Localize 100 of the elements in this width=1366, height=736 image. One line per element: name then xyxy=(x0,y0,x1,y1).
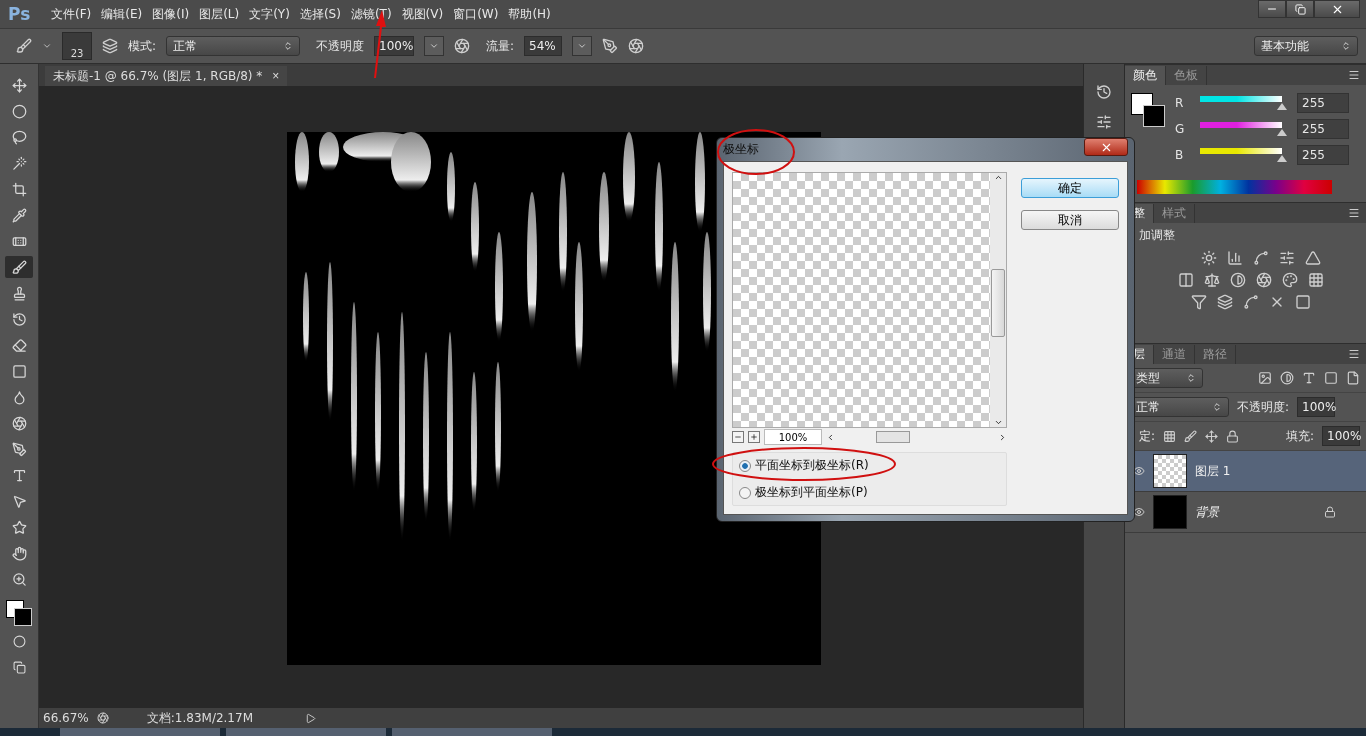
fill-field[interactable]: 100% xyxy=(1322,426,1360,446)
document-title: 未标题-1 @ 66.7% (图层 1, RGB/8) * xyxy=(53,67,263,85)
opacity-label: 不透明度: xyxy=(1237,398,1290,416)
scroll-right-icon xyxy=(998,432,1007,442)
brush-preset-picker[interactable]: 23 xyxy=(62,32,92,60)
panel-tab[interactable]: 颜色 xyxy=(1125,66,1166,85)
mode-label: 模式: xyxy=(128,37,157,55)
menu-item[interactable]: 帮助(H) xyxy=(503,5,556,23)
triangle-icon[interactable] xyxy=(1304,250,1321,266)
close-button[interactable] xyxy=(1314,0,1360,18)
slider-thumb[interactable] xyxy=(1277,103,1287,110)
scroll-up-icon xyxy=(993,173,1003,182)
scroll-down-icon xyxy=(993,418,1003,427)
minimize-button[interactable] xyxy=(1258,0,1286,18)
menu-item[interactable]: 图像(I) xyxy=(147,5,195,23)
grid-icon[interactable] xyxy=(1307,272,1324,288)
properties-icon[interactable] xyxy=(1096,114,1112,130)
color-swatches[interactable] xyxy=(1131,93,1165,127)
opacity-label: 不透明度 xyxy=(316,37,365,55)
plus-icon xyxy=(750,433,758,441)
menu-item[interactable]: 视图(V) xyxy=(396,5,449,23)
curves-icon[interactable] xyxy=(1252,250,1269,266)
scrollbar-thumb[interactable] xyxy=(991,269,1005,337)
workspace-select[interactable]: 基本功能 xyxy=(1254,36,1358,56)
adjustment-filter-icon[interactable] xyxy=(1280,371,1294,385)
zoom-level: 66.67% xyxy=(43,711,89,725)
minus-icon xyxy=(734,433,742,441)
radio-option[interactable]: 极坐标到平面坐标(P) xyxy=(739,484,1000,501)
shape-filter-icon[interactable] xyxy=(1324,371,1338,385)
menu-item[interactable]: 图层(L) xyxy=(194,5,245,23)
dialog-close-button[interactable] xyxy=(1084,138,1128,156)
menu-item[interactable]: 文字(Y) xyxy=(244,5,295,23)
menu-item[interactable]: 滤镜(T) xyxy=(345,5,397,23)
dialog-button[interactable]: 取消 xyxy=(1021,210,1119,230)
lock-position-icon[interactable] xyxy=(1205,429,1219,443)
panel-menu-icon[interactable] xyxy=(1348,207,1360,219)
scrollbar-thumb[interactable] xyxy=(876,431,910,443)
panel-menu-icon[interactable] xyxy=(1348,69,1360,81)
levels-icon[interactable] xyxy=(1226,250,1243,266)
smart-object-filter-icon[interactable] xyxy=(1346,371,1360,385)
brush-icon[interactable] xyxy=(5,256,33,278)
menu-item[interactable]: 窗口(W) xyxy=(448,5,504,23)
menu-item[interactable]: 文件(F) xyxy=(46,5,97,23)
panel-heading: 加调整 xyxy=(1139,227,1176,244)
caret-icon[interactable] xyxy=(42,41,52,51)
scroll-left-icon xyxy=(826,432,835,442)
image-filter-icon[interactable] xyxy=(1258,371,1272,385)
sun-icon[interactable] xyxy=(1200,250,1217,266)
zoom-in-button[interactable] xyxy=(748,431,760,443)
zoom-field[interactable]: 100% xyxy=(764,429,822,445)
color-spectrum[interactable] xyxy=(1137,180,1332,194)
lock-label: 定: xyxy=(1139,427,1156,445)
mode-select[interactable]: 正常 xyxy=(166,36,301,56)
layer-name: 背景 xyxy=(1195,503,1221,521)
lock-transparency-icon[interactable] xyxy=(1163,429,1177,443)
layer-name: 图层 1 xyxy=(1195,462,1232,480)
slider-thumb[interactable] xyxy=(1277,155,1287,162)
balance-icon[interactable] xyxy=(1203,272,1220,288)
radio-option[interactable]: 平面坐标到极坐标(R) xyxy=(739,457,1000,474)
history-icon[interactable] xyxy=(1096,84,1112,100)
exposure-icon[interactable] xyxy=(1278,250,1295,266)
document-tab[interactable]: 未标题-1 @ 66.7% (图层 1, RGB/8) * × xyxy=(45,66,288,86)
lock-pixels-icon[interactable] xyxy=(1184,429,1198,443)
channel-label: B xyxy=(1175,148,1185,162)
zoom-out-button[interactable] xyxy=(732,431,744,443)
color-swatches[interactable] xyxy=(6,600,32,626)
app-logo: Ps xyxy=(8,4,32,24)
dialog-title: 极坐标 xyxy=(723,141,759,158)
updown-icon xyxy=(283,41,294,51)
updown-icon xyxy=(1212,402,1222,412)
channel-value-field[interactable]: 255 xyxy=(1297,93,1349,113)
layer-opacity-field[interactable]: 100% xyxy=(1297,397,1336,417)
opacity-dropdown-button[interactable] xyxy=(424,36,445,56)
eye-icon[interactable] xyxy=(1133,465,1145,477)
updown-icon xyxy=(1186,373,1196,383)
eye-icon[interactable] xyxy=(1133,506,1145,518)
opacity-field[interactable]: 100% xyxy=(374,36,415,56)
horizontal-scrollbar[interactable] xyxy=(826,431,1007,443)
restore-icon xyxy=(1294,3,1306,15)
restore-button[interactable] xyxy=(1286,0,1314,18)
type-filter-icon[interactable] xyxy=(1302,371,1316,385)
brush-tool-icon[interactable] xyxy=(16,38,32,54)
menu-item[interactable]: 选择(S) xyxy=(294,5,346,23)
dialog-button[interactable]: 确定 xyxy=(1021,178,1119,198)
flow-dropdown-button[interactable] xyxy=(572,36,593,56)
slider-thumb[interactable] xyxy=(1277,129,1287,136)
updown-icon xyxy=(1341,41,1351,51)
channel-label: G xyxy=(1175,122,1185,136)
caret-icon xyxy=(577,41,588,51)
menu-item[interactable]: 编辑(E) xyxy=(96,5,148,23)
channel-value-field[interactable]: 255 xyxy=(1297,145,1349,165)
caret-icon xyxy=(429,41,440,51)
document-size: 文档:1.83M/2.17M xyxy=(146,709,254,727)
tab-close-button[interactable]: × xyxy=(272,69,280,83)
lock-all-icon[interactable] xyxy=(1226,429,1240,443)
play-icon[interactable] xyxy=(304,712,316,724)
flow-field[interactable]: 54% xyxy=(524,36,563,56)
vertical-scrollbar[interactable] xyxy=(990,173,1006,427)
panel-menu-icon[interactable] xyxy=(1348,348,1360,360)
channel-value-field[interactable]: 255 xyxy=(1297,119,1349,139)
